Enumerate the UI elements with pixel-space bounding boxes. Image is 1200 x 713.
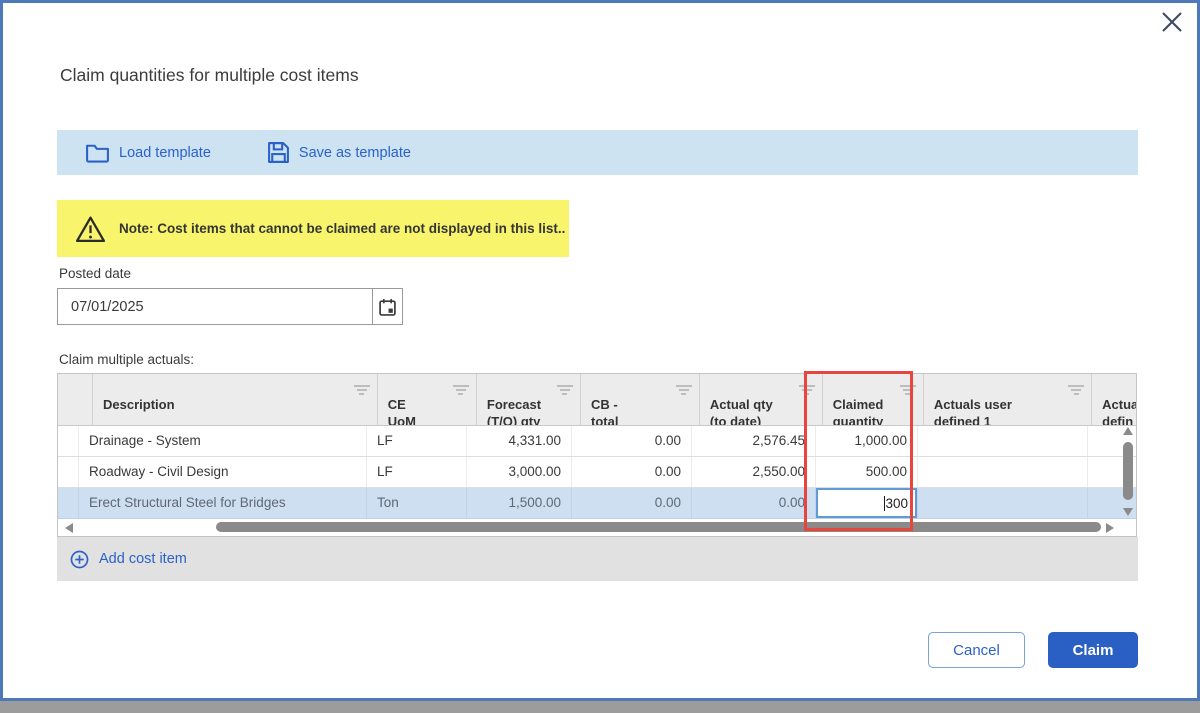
dialog-shadow bbox=[0, 701, 1200, 713]
row-gutter bbox=[58, 488, 79, 518]
folder-icon bbox=[85, 142, 110, 163]
column-label: Claimed quantity bbox=[833, 397, 884, 425]
scroll-up-arrow-icon[interactable] bbox=[1123, 427, 1133, 435]
grid-header-gutter bbox=[58, 374, 93, 425]
cell-forecast-qty[interactable]: 1,500.00 bbox=[467, 488, 572, 518]
vertical-scrollbar-thumb[interactable] bbox=[1123, 442, 1133, 500]
template-toolbar: Load template Save as template bbox=[57, 130, 1138, 175]
cell-description[interactable]: Roadway - Civil Design bbox=[79, 457, 367, 487]
grid-header-row: Description CE UoM Forecast (T/O) qty CB… bbox=[58, 374, 1136, 426]
save-as-template-label: Save as template bbox=[299, 145, 411, 161]
cell-actuals-user-defined-1[interactable] bbox=[918, 488, 1088, 518]
posted-date-label: Posted date bbox=[59, 266, 131, 281]
scroll-right-arrow-icon[interactable] bbox=[1106, 523, 1114, 533]
cell-forecast-qty[interactable]: 4,331.00 bbox=[467, 426, 572, 456]
filter-icon[interactable] bbox=[556, 385, 574, 397]
column-header-ce-uom[interactable]: CE UoM bbox=[378, 374, 477, 425]
column-header-actuals-user-defined-1[interactable]: Actuals user defined 1 bbox=[924, 374, 1092, 425]
cell-claimed-quantity-editing bbox=[816, 488, 918, 518]
cell-actual-qty[interactable]: 2,550.00 bbox=[692, 457, 816, 487]
filter-icon[interactable] bbox=[353, 385, 371, 397]
posted-date-input[interactable] bbox=[57, 288, 372, 325]
add-cost-item-label: Add cost item bbox=[99, 551, 187, 567]
column-label: Actuals user defined 1 bbox=[934, 397, 1012, 425]
save-as-template-button[interactable]: Save as template bbox=[267, 141, 411, 164]
cell-cb-total[interactable]: 0.00 bbox=[572, 488, 692, 518]
calendar-icon bbox=[379, 298, 396, 316]
calendar-button[interactable] bbox=[372, 288, 403, 325]
add-cost-item-button[interactable]: Add cost item bbox=[70, 550, 187, 569]
column-header-forecast-qty[interactable]: Forecast (T/O) qty bbox=[477, 374, 581, 425]
plus-circle-icon bbox=[70, 550, 89, 569]
claim-quantities-dialog: Claim quantities for multiple cost items… bbox=[0, 0, 1200, 701]
text-caret bbox=[884, 496, 886, 511]
column-header-actual-qty[interactable]: Actual qty (to date) bbox=[700, 374, 823, 425]
table-row-selected[interactable]: Erect Structural Steel for Bridges Ton 1… bbox=[58, 488, 1136, 519]
load-template-label: Load template bbox=[119, 145, 211, 161]
close-button[interactable] bbox=[1159, 9, 1185, 35]
filter-icon[interactable] bbox=[675, 385, 693, 397]
note-text: Note: Cost items that cannot be claimed … bbox=[119, 221, 565, 236]
column-label: Actual qty (to date) bbox=[710, 397, 773, 425]
save-icon bbox=[267, 141, 290, 164]
cell-claimed-quantity[interactable]: 500.00 bbox=[816, 457, 918, 487]
cell-actual-qty[interactable]: 0.00 bbox=[692, 488, 816, 518]
column-header-description[interactable]: Description bbox=[93, 374, 378, 425]
column-label: Description bbox=[103, 397, 175, 412]
horizontal-scrollbar-thumb[interactable] bbox=[216, 522, 1101, 532]
claim-button[interactable]: Claim bbox=[1048, 632, 1138, 668]
cell-description[interactable]: Erect Structural Steel for Bridges bbox=[79, 488, 367, 518]
dialog-title: Claim quantities for multiple cost items bbox=[60, 65, 359, 86]
warning-icon bbox=[75, 215, 106, 243]
filter-icon[interactable] bbox=[798, 385, 816, 397]
row-gutter bbox=[58, 457, 79, 487]
cell-uom[interactable]: Ton bbox=[367, 488, 467, 518]
claimed-quantity-input[interactable] bbox=[816, 488, 917, 518]
column-header-claimed-quantity[interactable]: Claimed quantity bbox=[823, 374, 924, 425]
filter-icon[interactable] bbox=[452, 385, 470, 397]
cell-cb-total[interactable]: 0.00 bbox=[572, 426, 692, 456]
cell-uom[interactable]: LF bbox=[367, 457, 467, 487]
column-header-cb-total-quantity[interactable]: CB - total quantity bbox=[581, 374, 700, 425]
filter-icon[interactable] bbox=[899, 385, 917, 397]
column-label: Actua defin bbox=[1102, 397, 1136, 425]
posted-date-field bbox=[57, 288, 403, 325]
table-row[interactable]: Roadway - Civil Design LF 3,000.00 0.00 … bbox=[58, 457, 1136, 488]
scroll-left-arrow-icon[interactable] bbox=[65, 523, 73, 533]
cell-description[interactable]: Drainage - System bbox=[79, 426, 367, 456]
claim-actuals-grid: Description CE UoM Forecast (T/O) qty CB… bbox=[57, 373, 1137, 537]
cell-uom[interactable]: LF bbox=[367, 426, 467, 456]
add-cost-item-bar: Add cost item bbox=[57, 537, 1138, 581]
column-label: CB - total quantity bbox=[591, 397, 642, 425]
cell-actuals-user-defined-1[interactable] bbox=[918, 426, 1088, 456]
cell-actual-qty[interactable]: 2,576.45 bbox=[692, 426, 816, 456]
column-label: Forecast (T/O) qty bbox=[487, 397, 541, 425]
row-gutter bbox=[58, 426, 79, 456]
table-row[interactable]: Drainage - System LF 4,331.00 0.00 2,576… bbox=[58, 426, 1136, 457]
scroll-down-arrow-icon[interactable] bbox=[1123, 508, 1133, 516]
close-icon bbox=[1161, 11, 1183, 33]
cell-cb-total[interactable]: 0.00 bbox=[572, 457, 692, 487]
cancel-button[interactable]: Cancel bbox=[928, 632, 1025, 668]
note-banner: Note: Cost items that cannot be claimed … bbox=[57, 200, 569, 257]
vertical-scrollbar[interactable] bbox=[1122, 427, 1134, 522]
cell-claimed-quantity[interactable]: 1,000.00 bbox=[816, 426, 918, 456]
column-label: CE UoM bbox=[388, 397, 416, 425]
column-header-actuals-user-defined-2[interactable]: Actua defin bbox=[1092, 374, 1136, 425]
grid-caption: Claim multiple actuals: bbox=[59, 352, 194, 367]
horizontal-scrollbar[interactable] bbox=[58, 520, 1118, 536]
load-template-button[interactable]: Load template bbox=[85, 142, 211, 163]
cell-actuals-user-defined-1[interactable] bbox=[918, 457, 1088, 487]
cell-forecast-qty[interactable]: 3,000.00 bbox=[467, 457, 572, 487]
filter-icon[interactable] bbox=[1067, 385, 1085, 397]
